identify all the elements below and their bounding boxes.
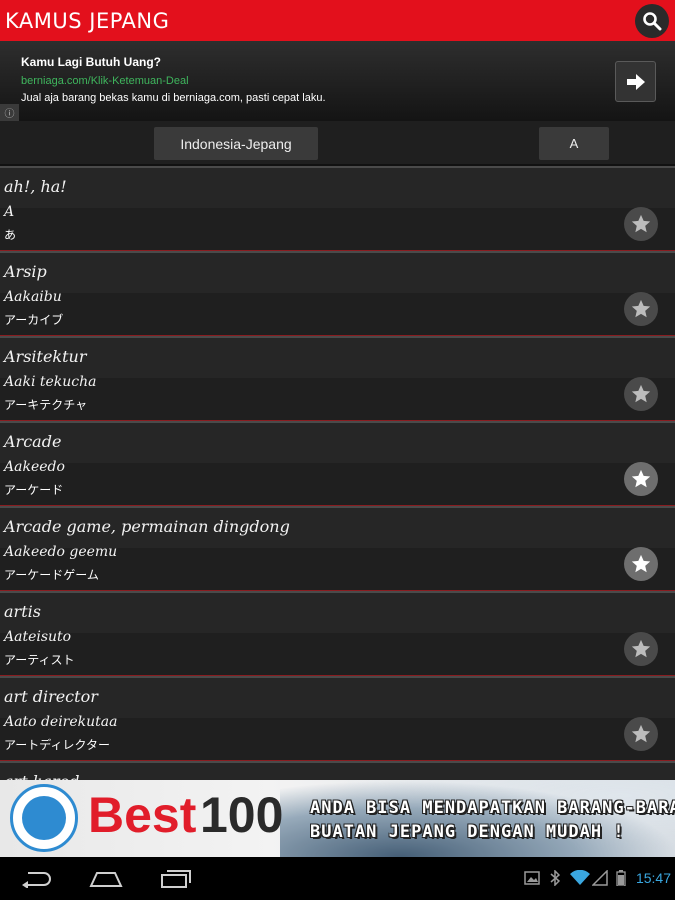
promo-banner[interactable]: Best 100 ANDA BISA MENDAPATKAN BARANG-BA…	[0, 780, 675, 857]
word-indonesian: Arcade game, permainan dingdong	[4, 517, 290, 536]
word-kana: あ	[4, 228, 17, 242]
word-kana: アーケード	[4, 483, 64, 497]
banner-number-text: 100	[200, 787, 284, 843]
language-selector[interactable]: Indonesia-Jepang	[154, 127, 318, 160]
list-item[interactable]: Arcade Aakeedo アーケード	[0, 421, 675, 506]
word-kana: アーティスト	[4, 653, 75, 667]
letter-selector[interactable]: A	[539, 127, 609, 160]
recent-apps-button[interactable]	[156, 865, 196, 893]
list-item[interactable]: art karod	[0, 761, 675, 780]
word-romaji: Aakaibu	[4, 289, 62, 305]
word-list[interactable]: ah!, ha! A あ Arsip Aakaibu アーカイブ Arsitek…	[0, 166, 675, 780]
ad-text: Jual aja barang bekas kamu di berniaga.c…	[21, 92, 326, 104]
word-indonesian: art karod	[4, 772, 79, 780]
word-romaji: Aakeedo geemu	[4, 544, 118, 560]
star-icon	[631, 469, 651, 488]
list-item[interactable]: Arsip Aakaibu アーカイブ	[0, 251, 675, 336]
system-nav-bar: 15:47	[0, 857, 675, 900]
banner-line-2: BUATAN JEPANG DENGAN MUDAH !	[310, 822, 625, 842]
word-indonesian: artis	[4, 602, 41, 621]
app-title: KAMUS JEPANG	[5, 8, 170, 33]
word-romaji: Aakeedo	[4, 459, 65, 475]
word-indonesian: Arsitektur	[4, 347, 87, 366]
list-item[interactable]: ah!, ha! A あ	[0, 166, 675, 251]
seal-logo	[10, 784, 78, 852]
word-kana: アーカイブ	[4, 313, 64, 327]
favorite-button[interactable]	[624, 462, 658, 496]
battery-icon	[616, 870, 626, 886]
signal-icon	[592, 870, 608, 886]
word-kana: アートディレクター	[4, 738, 110, 752]
recent-apps-icon	[161, 870, 191, 888]
favorite-button[interactable]	[624, 547, 658, 581]
clock: 15:47	[635, 870, 671, 886]
word-kana: アーキテクチャ	[4, 398, 88, 412]
word-romaji: Aato deirekutaa	[4, 714, 118, 730]
ad-open-button[interactable]	[615, 61, 656, 102]
banner-line-1: ANDA BISA MENDAPATKAN BARANG-BARANG	[310, 798, 675, 818]
search-icon	[643, 12, 662, 31]
home-button[interactable]	[86, 865, 126, 893]
ad-title[interactable]: Kamu Lagi Butuh Uang?	[21, 55, 161, 69]
word-romaji: Aaki tekucha	[4, 374, 97, 390]
favorite-button[interactable]	[624, 632, 658, 666]
star-icon	[631, 384, 651, 403]
list-item[interactable]: artis Aateisuto アーティスト	[0, 591, 675, 676]
filter-bar: Indonesia-Jepang A	[0, 121, 675, 166]
bluetooth-icon	[550, 870, 560, 886]
app-bar: KAMUS JEPANG	[0, 0, 675, 41]
star-icon	[631, 554, 651, 573]
home-icon	[89, 872, 123, 887]
back-icon	[22, 872, 51, 888]
word-romaji: A	[4, 204, 15, 220]
word-indonesian: art director	[4, 687, 98, 706]
list-item[interactable]: Arsitektur Aaki tekucha アーキテクチャ	[0, 336, 675, 421]
search-button[interactable]	[635, 4, 669, 38]
list-item[interactable]: Arcade game, permainan dingdong Aakeedo …	[0, 506, 675, 591]
word-romaji: Aateisuto	[4, 629, 72, 645]
wave-illustration	[280, 780, 675, 857]
favorite-button[interactable]	[624, 717, 658, 751]
banner-best-text: Best	[88, 787, 197, 843]
star-icon	[631, 214, 651, 233]
back-button[interactable]	[16, 865, 56, 893]
star-icon	[631, 299, 651, 318]
word-indonesian: Arcade	[4, 432, 62, 451]
gallery-icon	[524, 871, 540, 885]
arrow-right-icon	[626, 73, 645, 90]
favorite-button[interactable]	[624, 207, 658, 241]
word-indonesian: ah!, ha!	[4, 177, 67, 196]
favorite-button[interactable]	[624, 292, 658, 326]
word-kana: アーケードゲーム	[4, 568, 99, 582]
word-indonesian: Arsip	[4, 262, 47, 281]
ad-info-icon[interactable]: ⓘ	[0, 104, 19, 121]
ad-banner[interactable]: Kamu Lagi Butuh Uang? berniaga.com/Klik-…	[0, 41, 675, 121]
ad-url[interactable]: berniaga.com/Klik-Ketemuan-Deal	[21, 75, 189, 87]
list-item[interactable]: art director Aato deirekutaa アートディレクター	[0, 676, 675, 761]
star-icon	[631, 724, 651, 743]
wifi-icon	[570, 870, 590, 885]
star-icon	[631, 639, 651, 658]
favorite-button[interactable]	[624, 377, 658, 411]
